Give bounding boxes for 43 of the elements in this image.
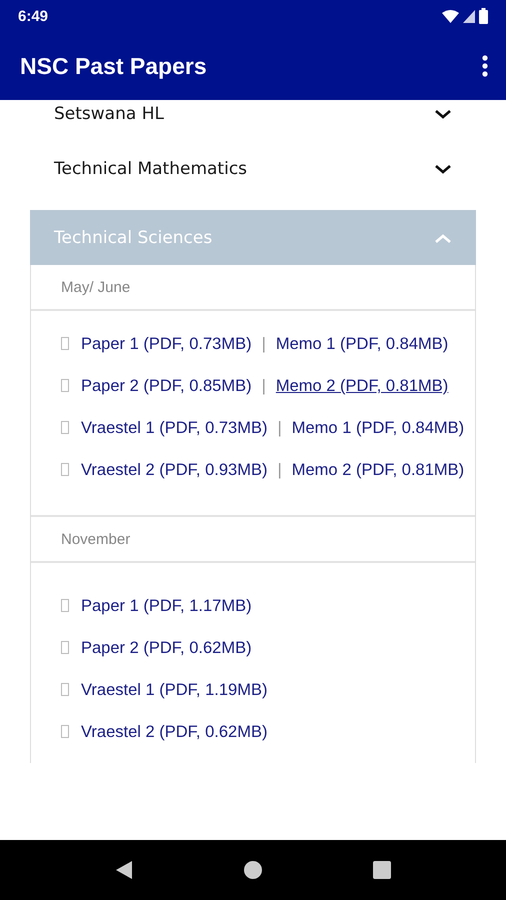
- subject-title: Technical Mathematics: [54, 159, 248, 179]
- more-vertical-icon: [482, 55, 488, 77]
- missing-glyph-icon: [61, 683, 69, 696]
- status-time: 6:49: [18, 8, 48, 24]
- memo-link[interactable]: Memo 2 (PDF, 0.81MB): [276, 377, 448, 395]
- chevron-up-icon: [434, 232, 452, 242]
- section-title: May/ June: [31, 265, 475, 311]
- wifi-icon: [442, 10, 459, 22]
- memo-link[interactable]: Memo 1 (PDF, 0.84MB): [292, 419, 464, 437]
- separator: |: [262, 377, 266, 395]
- subject-header[interactable]: Technical Mathematics: [30, 128, 476, 210]
- missing-glyph-icon: [61, 641, 69, 654]
- paper-link[interactable]: Vraestel 1 (PDF, 1.19MB): [81, 681, 268, 699]
- section-title: November: [31, 517, 475, 563]
- paper-link[interactable]: Paper 2 (PDF, 0.85MB): [81, 377, 252, 395]
- missing-glyph-icon: [61, 463, 69, 476]
- separator: |: [277, 461, 282, 479]
- missing-glyph-icon: [61, 725, 69, 738]
- chevron-down-icon: [434, 109, 452, 119]
- app-title: NSC Past Papers: [20, 52, 207, 80]
- recents-square-icon: [372, 860, 392, 880]
- home-circle-icon: [242, 860, 263, 880]
- chevron-down-icon: [434, 164, 452, 174]
- paper-link[interactable]: Vraestel 1 (PDF, 0.73MB): [81, 419, 268, 437]
- missing-glyph-icon: [61, 421, 69, 434]
- paper-link[interactable]: Paper 2 (PDF, 0.62MB): [81, 639, 252, 657]
- paper-link[interactable]: Paper 1 (PDF, 0.73MB): [81, 335, 252, 353]
- missing-glyph-icon: [61, 337, 69, 350]
- paper-link[interactable]: Vraestel 2 (PDF, 0.62MB): [81, 723, 268, 741]
- missing-glyph-icon: [61, 379, 69, 392]
- subject-title: Setswana HL: [54, 104, 164, 124]
- back-triangle-icon: [114, 860, 134, 880]
- separator: |: [277, 419, 282, 437]
- signal-icon: [463, 10, 475, 22]
- separator: |: [262, 335, 266, 353]
- subject-header[interactable]: Setswana HL: [30, 100, 476, 128]
- memo-link[interactable]: Memo 1 (PDF, 0.84MB): [276, 335, 448, 353]
- memo-link[interactable]: Memo 2 (PDF, 0.81MB): [292, 461, 464, 479]
- paper-link[interactable]: Vraestel 2 (PDF, 0.93MB): [81, 461, 268, 479]
- paper-link[interactable]: Paper 1 (PDF, 1.17MB): [81, 597, 252, 615]
- battery-icon: [479, 8, 488, 24]
- subject-title: Technical Sciences: [54, 228, 212, 248]
- missing-glyph-icon: [61, 599, 69, 612]
